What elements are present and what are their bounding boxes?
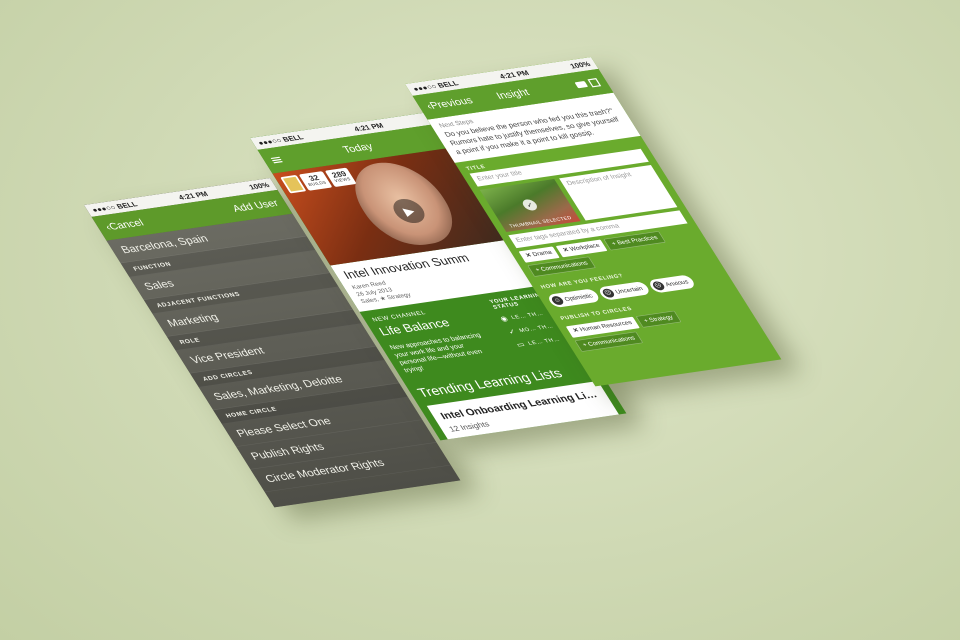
cancel-button[interactable]: ‹Cancel (103, 217, 146, 233)
feeling-anxious[interactable]: ☹ Anxious (646, 274, 698, 294)
battery-label: 100% (247, 180, 272, 192)
notes-icon[interactable] (587, 77, 602, 88)
battery-label: 100% (568, 59, 593, 71)
menu-icon[interactable] (270, 156, 283, 164)
tag-chip-workplace[interactable]: Workplace (555, 239, 608, 258)
video-icon[interactable] (574, 80, 588, 89)
share-icon: ✓ (506, 327, 519, 336)
checkmark-icon: ✓ (520, 198, 540, 212)
nav-title: Add User (230, 197, 281, 215)
channel-desc: New approaches to balancing your work li… (388, 331, 484, 374)
tag-chip-drama[interactable]: Drama (518, 246, 560, 263)
previous-button[interactable]: ‹Previous (424, 95, 475, 112)
circle-add-strategy[interactable]: Strategy (635, 310, 682, 328)
tag-add-best-practices[interactable]: Best Practices (603, 231, 666, 251)
mockup-scene: ●●●○○ BELL 4:21 PM 100% ‹Cancel Add User… (0, 0, 960, 640)
comment-icon: ▭ (514, 340, 528, 349)
stats-badges: 32 BUILDS 289 VIEWS (280, 167, 357, 194)
